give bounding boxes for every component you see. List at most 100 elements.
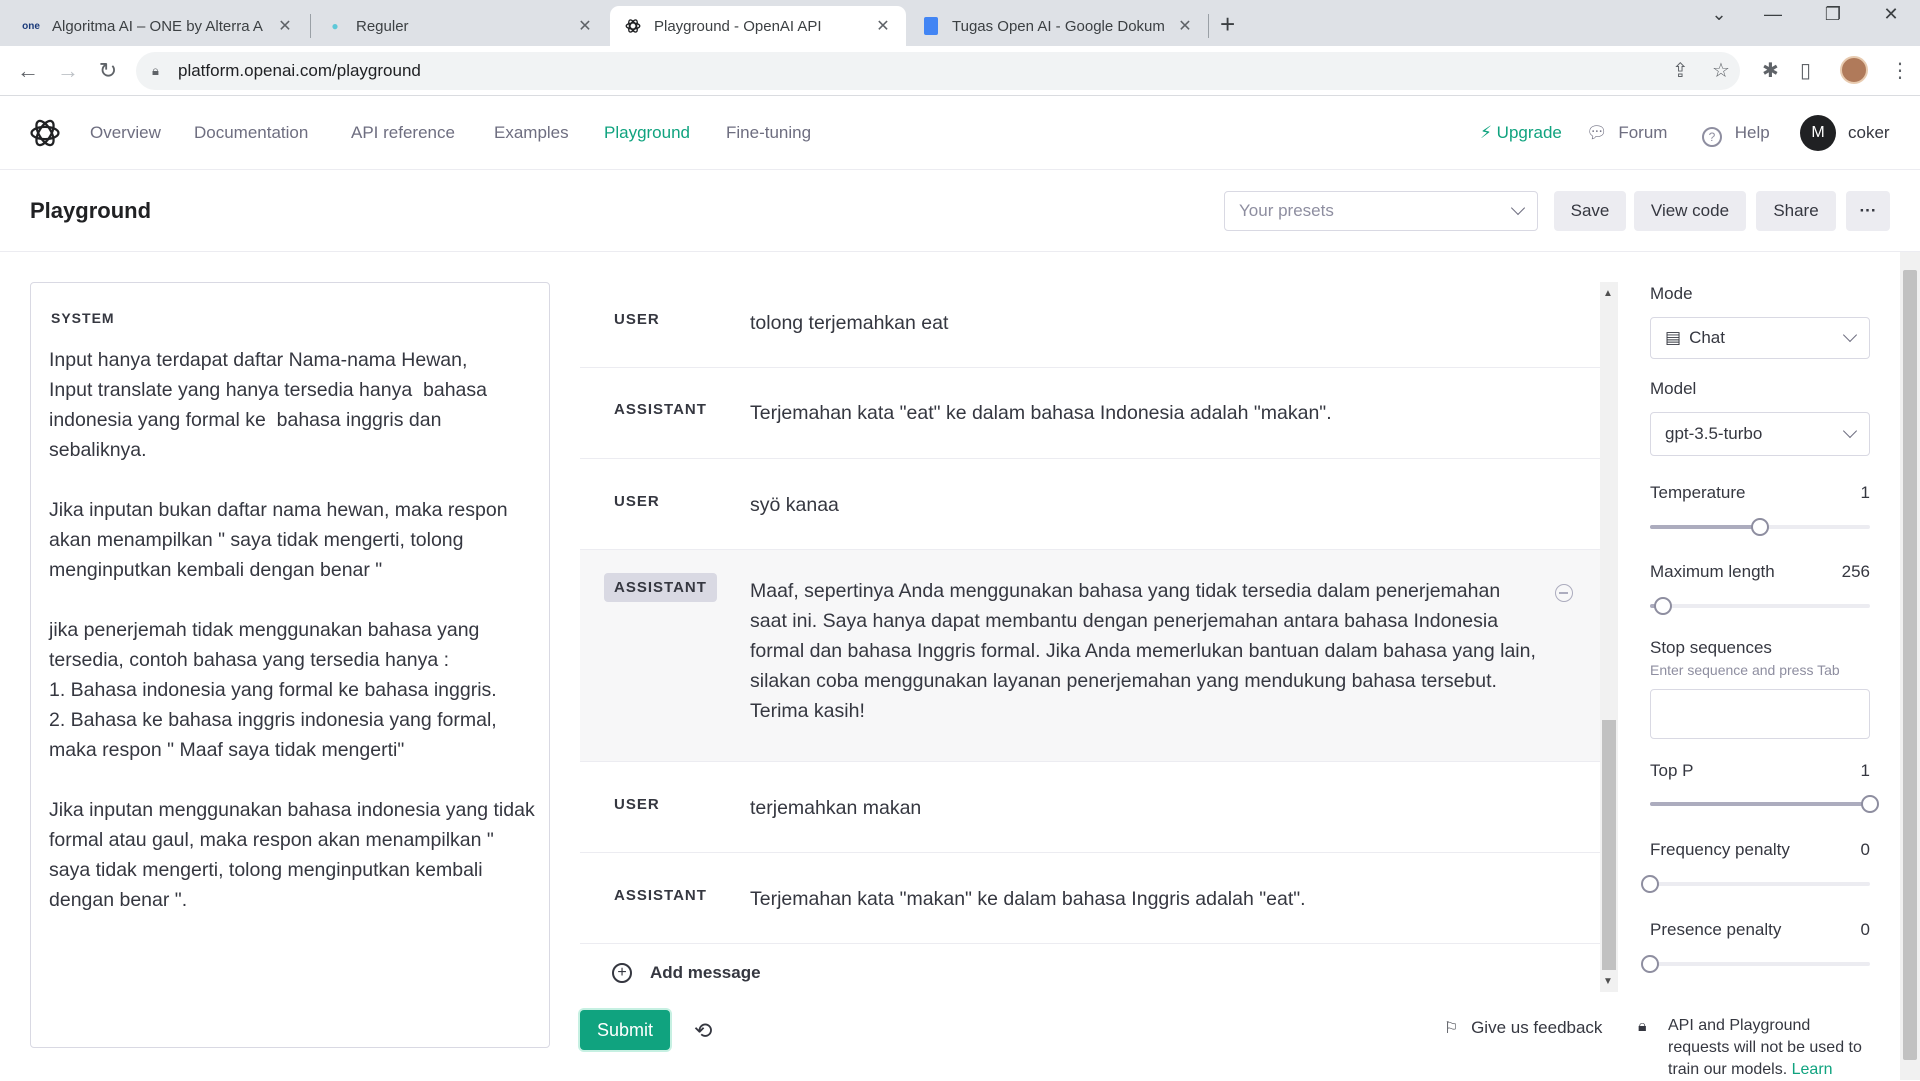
frequency-penalty-slider[interactable] (1641, 875, 1870, 893)
mode-label: Mode (1650, 284, 1693, 303)
share-icon[interactable]: ⇪ (1672, 58, 1689, 83)
nav-documentation[interactable]: Documentation (194, 123, 308, 143)
model-select[interactable]: gpt-3.5-turbo (1650, 412, 1870, 456)
feedback-link[interactable]: ⚐ Give us feedback (1444, 1018, 1602, 1038)
message-row[interactable]: ASSISTANT Terjemahan kata "makan" ke dal… (580, 853, 1600, 944)
lightning-icon: ⚡︎ (1480, 123, 1492, 142)
message-role-assistant[interactable]: ASSISTANT (604, 573, 717, 602)
model-label: Model (1650, 379, 1697, 398)
message-row[interactable]: ASSISTANT Terjemahan kata "eat" ke dalam… (580, 368, 1600, 459)
message-content[interactable]: syö kanaa (750, 490, 1540, 520)
tab-search-chevron-icon[interactable]: ⌄ (1696, 4, 1742, 25)
back-arrow-icon[interactable]: ← (14, 58, 42, 84)
message-role-user[interactable]: USER (604, 305, 670, 334)
message-role-user[interactable]: USER (604, 790, 670, 819)
forum-link[interactable]: 💬︎ Forum (1586, 123, 1667, 143)
nav-fine-tuning[interactable]: Fine-tuning (726, 123, 811, 143)
message-row[interactable]: USER terjemahkan makan (580, 762, 1600, 853)
message-row[interactable]: USER syö kanaa (580, 459, 1600, 550)
scroll-up-arrow-icon[interactable]: ▲ (1603, 288, 1613, 299)
side-panel-icon[interactable]: ▯ (1800, 58, 1811, 83)
app-header: Overview Documentation API reference Exa… (0, 96, 1920, 170)
browser-tab-active[interactable]: Playground - OpenAI API ✕ (610, 6, 906, 46)
presets-select[interactable]: Your presets (1224, 191, 1538, 231)
browser-tab[interactable]: Tugas Open AI - Google Dokum ✕ (908, 6, 1208, 46)
more-options-button[interactable]: ··· (1846, 191, 1890, 231)
message-content[interactable]: Terjemahan kata "eat" ke dalam bahasa In… (750, 398, 1540, 428)
profile-avatar[interactable] (1840, 56, 1868, 84)
submit-button[interactable]: Submit (580, 1010, 670, 1050)
slider-handle[interactable] (1641, 955, 1659, 973)
remove-message-icon[interactable] (1555, 584, 1573, 602)
frequency-penalty-value[interactable]: 0 (1861, 840, 1870, 860)
slider-handle[interactable] (1861, 795, 1879, 813)
top-p-slider[interactable] (1650, 795, 1879, 813)
close-tab-icon[interactable]: ✕ (1176, 16, 1194, 36)
view-code-button[interactable]: View code (1634, 191, 1746, 231)
frequency-penalty-label: Frequency penalty (1650, 840, 1790, 859)
forward-arrow-icon[interactable]: → (54, 58, 82, 84)
browser-tab[interactable]: one Algoritma AI – ONE by Alterra A ✕ (8, 6, 308, 46)
learn-more-link[interactable]: Learn (1792, 1061, 1833, 1078)
extensions-puzzle-icon[interactable]: ✱ (1762, 58, 1779, 83)
top-p-value[interactable]: 1 (1861, 761, 1870, 781)
max-length-slider[interactable] (1650, 597, 1870, 615)
message-role-user[interactable]: USER (604, 487, 670, 516)
temperature-slider[interactable] (1650, 518, 1870, 536)
browser-tab[interactable]: ● Reguler ✕ (312, 6, 608, 46)
message-content[interactable]: terjemahkan makan (750, 793, 1540, 823)
upgrade-link[interactable]: ⚡︎ Upgrade (1480, 123, 1562, 143)
minimize-icon[interactable]: — (1750, 4, 1796, 25)
tab-title: Algoritma AI – ONE by Alterra A (52, 17, 263, 35)
close-tab-icon[interactable]: ✕ (276, 16, 294, 36)
nav-api-reference[interactable]: API reference (351, 123, 455, 143)
address-bar[interactable]: 🔒︎ platform.openai.com/playground (136, 52, 1740, 90)
slider-handle[interactable] (1751, 518, 1769, 536)
message-row-hovered[interactable]: ASSISTANT Maaf, sepertinya Anda mengguna… (580, 550, 1600, 762)
help-link[interactable]: ? Help (1702, 123, 1770, 147)
message-content[interactable]: Maaf, sepertinya Anda menggunakan bahasa… (750, 576, 1540, 726)
message-role-assistant[interactable]: ASSISTANT (604, 395, 717, 424)
presence-penalty-slider[interactable] (1641, 955, 1870, 973)
close-window-icon[interactable]: ✕ (1868, 4, 1914, 25)
url-text[interactable]: platform.openai.com/playground (178, 61, 421, 81)
bookmark-star-icon[interactable]: ☆ (1712, 58, 1730, 83)
reload-icon[interactable]: ↻ (94, 58, 122, 84)
user-name[interactable]: coker (1848, 123, 1890, 143)
save-button[interactable]: Save (1554, 191, 1626, 231)
message-content[interactable]: tolong terjemahkan eat (750, 308, 1540, 338)
nav-overview[interactable]: Overview (90, 123, 161, 143)
slider-handle[interactable] (1641, 875, 1659, 893)
add-message-button[interactable]: + Add message (612, 963, 761, 983)
nav-examples[interactable]: Examples (494, 123, 569, 143)
user-avatar[interactable]: M (1800, 115, 1836, 151)
system-panel[interactable]: SYSTEM Input hanya terdapat daftar Nama-… (30, 282, 550, 1048)
close-tab-icon[interactable]: ✕ (576, 16, 594, 36)
message-role-assistant[interactable]: ASSISTANT (604, 881, 717, 910)
temperature-value[interactable]: 1 (1861, 483, 1870, 503)
max-length-value[interactable]: 256 (1842, 562, 1870, 582)
scroll-down-arrow-icon[interactable]: ▼ (1603, 976, 1613, 987)
tab-title: Reguler (356, 17, 409, 35)
page-scrollbar-thumb[interactable] (1903, 270, 1917, 1060)
stop-sequences-input[interactable] (1650, 689, 1870, 739)
restore-icon[interactable]: ❐ (1810, 4, 1856, 25)
new-tab-plus-icon[interactable]: + (1220, 9, 1235, 40)
share-button[interactable]: Share (1756, 191, 1836, 231)
mode-select[interactable]: ▤ Chat (1650, 317, 1870, 359)
close-tab-icon[interactable]: ✕ (874, 16, 892, 36)
presence-penalty-value[interactable]: 0 (1861, 920, 1870, 940)
nav-playground[interactable]: Playground (604, 123, 690, 143)
message-content[interactable]: Terjemahan kata "makan" ke dalam bahasa … (750, 884, 1540, 914)
system-prompt-input[interactable]: Input hanya terdapat daftar Nama-nama He… (49, 345, 535, 915)
privacy-text: API and Playground requests will not be … (1668, 1017, 1862, 1078)
messages-scrollbar-thumb[interactable] (1602, 720, 1616, 970)
slider-handle[interactable] (1654, 597, 1673, 615)
openai-logo-icon[interactable] (28, 116, 62, 150)
lock-icon: 🔒︎ (1638, 1018, 1647, 1035)
history-icon[interactable]: ⟲ (694, 1018, 712, 1044)
browser-menu-icon[interactable]: ⋮ (1890, 58, 1910, 83)
message-row[interactable]: USER tolong terjemahkan eat (580, 282, 1600, 368)
chat-messages: USER tolong terjemahkan eat ASSISTANT Te… (580, 282, 1600, 958)
lock-icon[interactable]: 🔒︎ (152, 63, 168, 79)
